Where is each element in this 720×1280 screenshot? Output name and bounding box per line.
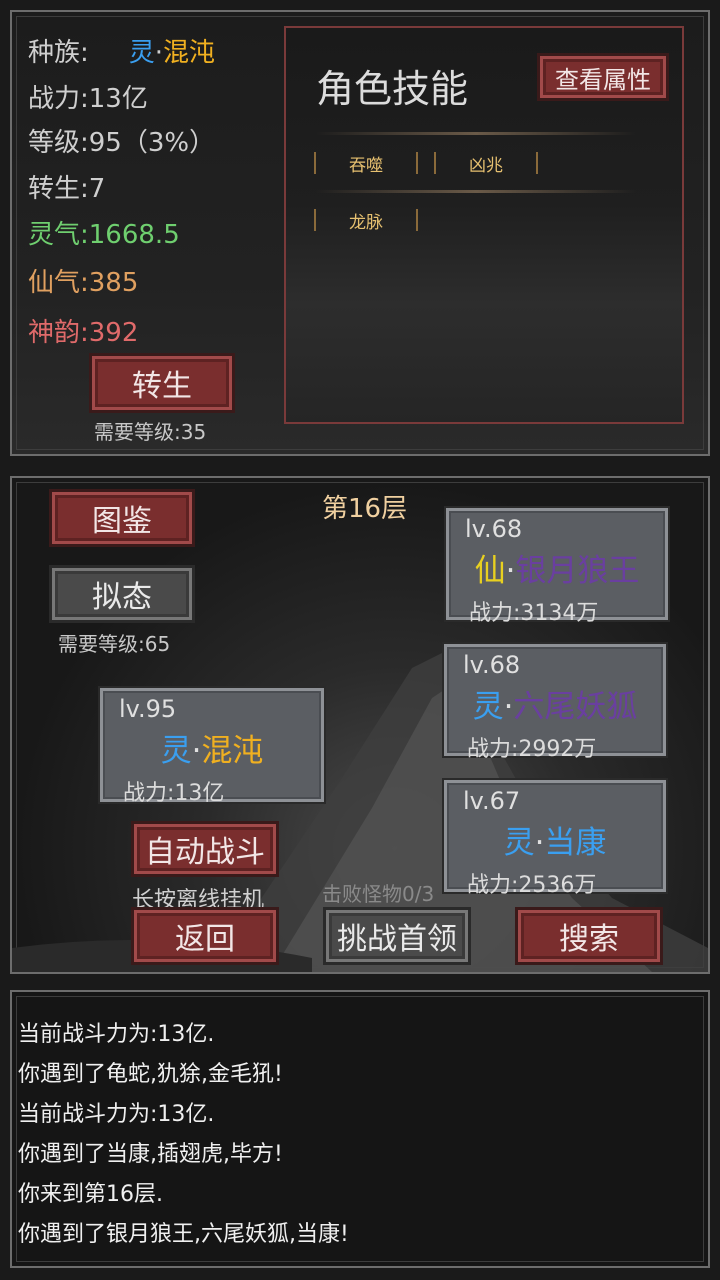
race-name: 混沌 xyxy=(163,38,216,68)
log-line: 当前战斗力为:13亿. xyxy=(18,1022,215,1047)
monster-card[interactable]: lv.68 灵·六尾妖狐 战力:2992万 xyxy=(444,644,666,762)
level-value: 95（3%） xyxy=(88,128,216,158)
monster-card[interactable]: lv.67 灵·当康 战力:2536万 xyxy=(444,780,666,898)
level-row: 等级:95（3%） xyxy=(28,122,215,159)
skill-tunshi[interactable]: 吞噬 xyxy=(314,152,418,176)
player-race: 混沌 xyxy=(201,733,264,769)
player-power: 战力:13亿 xyxy=(123,781,225,806)
monster-title: 六尾妖狐 xyxy=(513,689,638,725)
log-line: 你遇到了龟蛇,犰狳,金毛犼! xyxy=(18,1062,283,1087)
rebirth-button[interactable]: 转生 xyxy=(92,356,232,410)
immortal-row: 仙气:385 xyxy=(28,262,138,299)
monster-title: 银月狼王 xyxy=(515,553,640,589)
rebirth-row: 转生:7 xyxy=(28,168,105,205)
spirit-value: 1668.5 xyxy=(88,220,180,250)
monster-name: 灵·当康 xyxy=(447,817,663,862)
player-card[interactable]: lv.95 灵·混沌 战力:13亿 xyxy=(100,688,324,806)
auto-battle-button[interactable]: 自动战斗 xyxy=(134,824,276,874)
log-line: 你遇到了当康,插翅虎,毕方! xyxy=(18,1142,283,1167)
character-panel: 种族: 灵·混沌 战力:13亿 等级:95（3%） 转生:7 灵气:1668.5 … xyxy=(10,10,710,456)
rebirth-requirement: 需要等级:35 xyxy=(94,420,207,444)
spirit-row: 灵气:1668.5 xyxy=(28,214,180,251)
monster-dot: · xyxy=(534,825,545,861)
battle-log: 当前战斗力为:13亿. 你遇到了龟蛇,犰狳,金毛犼! 当前战斗力为:13亿. 你… xyxy=(10,990,710,1268)
log-line: 当前战斗力为:13亿. xyxy=(18,1102,215,1127)
battle-panel: 第16层 图鉴 拟态 需要等级:65 lv.95 灵·混沌 战力:13亿 lv.… xyxy=(10,476,710,974)
monster-power: 战力:2992万 xyxy=(467,737,597,762)
log-line: 你来到第16层. xyxy=(18,1182,163,1207)
level-label: 等级: xyxy=(28,128,89,158)
monster-level: lv.68 xyxy=(465,515,523,543)
player-name: 灵·混沌 xyxy=(103,725,321,770)
log-line: 你遇到了银月狼王,六尾妖狐,当康! xyxy=(18,1222,349,1247)
spirit-label: 灵气: xyxy=(28,220,89,250)
monster-power: 战力:3134万 xyxy=(469,601,599,626)
player-level: lv.95 xyxy=(119,695,177,723)
power-row: 战力:13亿 xyxy=(28,78,148,115)
monster-name: 灵·六尾妖狐 xyxy=(447,681,663,726)
race-dot: · xyxy=(154,38,164,68)
race-row: 种族: 灵·混沌 xyxy=(28,32,215,69)
monster-title: 当康 xyxy=(544,825,607,861)
back-button[interactable]: 返回 xyxy=(134,910,276,962)
skill-xiongzhao[interactable]: 凶兆 xyxy=(434,152,538,176)
monster-dot: · xyxy=(503,689,514,725)
defeat-counter: 击败怪物0/3 xyxy=(322,882,435,906)
search-button[interactable]: 搜索 xyxy=(518,910,660,962)
view-attributes-button[interactable]: 查看属性 xyxy=(540,56,666,98)
monster-prefix: 仙 xyxy=(474,553,506,589)
mimic-requirement: 需要等级:65 xyxy=(58,632,171,656)
monster-level: lv.68 xyxy=(463,651,521,679)
monster-prefix: 灵 xyxy=(472,689,504,725)
immortal-label: 仙气: xyxy=(28,268,89,298)
skill-longmai[interactable]: 龙脉 xyxy=(314,209,418,233)
power-value: 13亿 xyxy=(88,84,148,114)
race-label: 种族: xyxy=(28,38,89,68)
mimic-button[interactable]: 拟态 xyxy=(52,568,192,620)
monster-level: lv.67 xyxy=(463,787,521,815)
player-prefix: 灵 xyxy=(160,733,192,769)
rebirth-value: 7 xyxy=(88,174,106,204)
skills-title: 角色技能 xyxy=(316,67,469,111)
skill-divider xyxy=(316,132,636,135)
monster-name: 仙·银月狼王 xyxy=(449,545,665,590)
challenge-boss-button[interactable]: 挑战首领 xyxy=(326,910,468,962)
power-label: 战力: xyxy=(28,84,89,114)
immortal-value: 385 xyxy=(88,268,139,298)
race-prefix: 灵 xyxy=(128,38,155,68)
skills-box: 角色技能 查看属性 吞噬 凶兆 龙脉 xyxy=(284,26,684,424)
divine-value: 392 xyxy=(88,318,139,348)
skill-divider xyxy=(316,190,636,193)
atlas-button[interactable]: 图鉴 xyxy=(52,492,192,544)
monster-dot: · xyxy=(505,553,516,589)
divine-row: 神韵:392 xyxy=(28,312,138,349)
monster-power: 战力:2536万 xyxy=(467,873,597,898)
monster-prefix: 灵 xyxy=(503,825,535,861)
rebirth-label: 转生: xyxy=(28,174,89,204)
divine-label: 神韵: xyxy=(28,318,89,348)
player-dot: · xyxy=(191,733,202,769)
floor-label: 第16层 xyxy=(322,494,408,524)
monster-card[interactable]: lv.68 仙·银月狼王 战力:3134万 xyxy=(446,508,668,626)
